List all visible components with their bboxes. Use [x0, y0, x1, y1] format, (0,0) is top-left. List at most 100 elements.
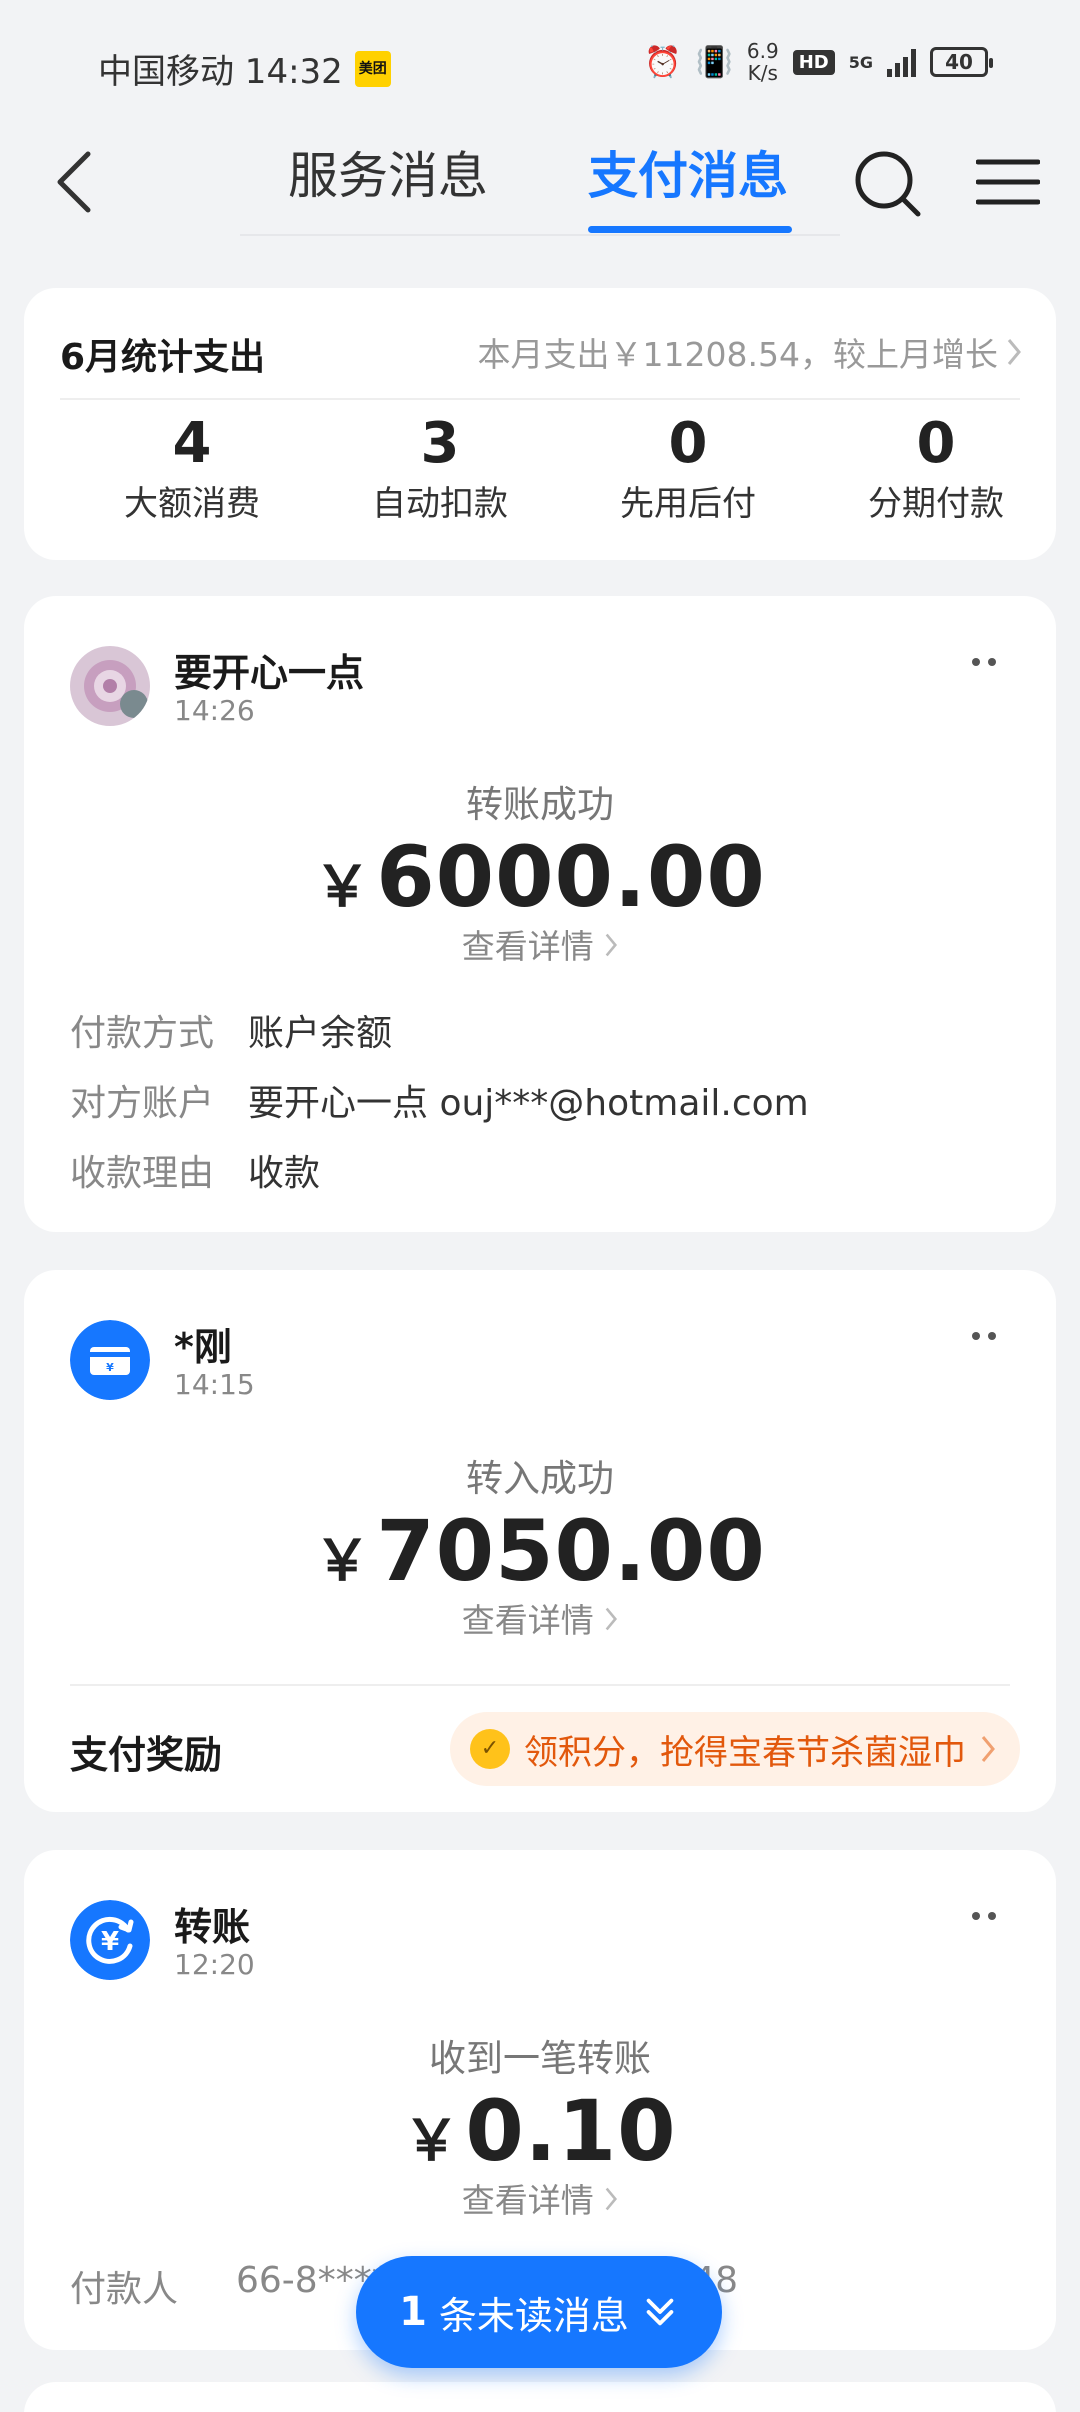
carrier-time-text: 中国移动 14:32	[98, 52, 343, 92]
view-details-link[interactable]: 查看详情	[24, 920, 1056, 968]
message-time: 12:20	[174, 1948, 255, 1981]
double-chevron-down-icon	[646, 2298, 674, 2326]
info-value: 收款	[248, 1153, 321, 1194]
chevron-right-icon	[1007, 339, 1021, 365]
signal-icon	[887, 47, 916, 77]
battery-icon: 40	[930, 47, 993, 77]
summary-spending-link[interactable]: 本月支出￥11208.54，较上月增长	[478, 328, 1022, 376]
meituan-icon: 美团	[354, 50, 391, 87]
stat-count: 0	[916, 411, 956, 476]
summary-title: 6月统计支出	[60, 337, 266, 378]
chevron-right-icon	[605, 933, 618, 957]
coin-icon: ✓	[470, 1729, 510, 1769]
info-key: 付款人	[70, 2269, 179, 2310]
currency-symbol: ￥	[314, 855, 371, 920]
transaction-status: 转账成功	[466, 783, 614, 826]
message-card[interactable]: ¥ *刚 14:15 转入成功 ￥7050.00 查看详情 支付奖励 ✓ 领积分…	[24, 1270, 1056, 1812]
status-icons: ⏰ 📳 6.9 K/s HD 5G 40	[644, 40, 993, 84]
tab-service-messages[interactable]: 服务消息	[288, 138, 488, 214]
transaction-status: 转入成功	[466, 1457, 614, 1500]
network-type: 5G	[848, 52, 873, 72]
info-row-payment-method: 付款方式 账户余额	[70, 1004, 392, 1056]
monthly-summary-card[interactable]: 6月统计支出 本月支出￥11208.54，较上月增长 4 大额消费 3 自动扣款…	[24, 288, 1056, 560]
more-options-button[interactable]	[972, 1332, 996, 1340]
reward-promo-text: 领积分，抢得宝春节杀菌湿巾	[524, 1732, 966, 1773]
stat-label: 分期付款	[868, 484, 1004, 524]
stat-label: 大额消费	[124, 484, 260, 524]
search-button[interactable]	[852, 148, 924, 220]
tab-payment-messages[interactable]: 支付消息	[588, 138, 788, 214]
alarm-icon: ⏰	[644, 44, 682, 80]
search-icon	[855, 151, 921, 217]
chevron-right-icon	[605, 2187, 618, 2211]
view-details-text: 查看详情	[461, 927, 594, 966]
currency-symbol: ￥	[314, 1529, 371, 1594]
message-time: 14:15	[174, 1368, 255, 1401]
speed-unit: K/s	[747, 61, 778, 85]
menu-button[interactable]	[975, 152, 1041, 212]
menu-icon	[975, 159, 1041, 205]
transaction-amount: ￥6000.00	[24, 828, 1056, 926]
tab-divider	[240, 234, 840, 236]
stat-count: 3	[420, 411, 460, 476]
back-button[interactable]	[52, 150, 112, 220]
active-tab-indicator	[588, 226, 792, 233]
stat-count: 4	[172, 411, 212, 476]
transaction-status: 收到一笔转账	[429, 2037, 651, 2080]
view-details-text: 查看详情	[461, 2181, 594, 2220]
amount-value: 6000.00	[376, 828, 766, 926]
unread-text: 条未读消息	[438, 2293, 629, 2338]
view-details-link[interactable]: 查看详情	[24, 1594, 1056, 1642]
stat-label: 自动扣款	[372, 484, 508, 524]
view-details-link[interactable]: 查看详情	[24, 2174, 1056, 2222]
svg-text:¥: ¥	[106, 1361, 114, 1374]
sender-name: 转账	[174, 1905, 251, 1949]
info-row-reason: 收款理由 收款	[70, 1144, 320, 1196]
amount-value: 7050.00	[376, 1502, 766, 1600]
avatar	[70, 646, 150, 726]
stat-label: 先用后付	[620, 484, 756, 524]
summary-spending-text: 本月支出￥11208.54，较上月增长	[477, 335, 998, 374]
transaction-amount: ￥7050.00	[24, 1502, 1056, 1600]
flower-avatar-icon	[70, 646, 150, 726]
svg-text:¥: ¥	[101, 1927, 119, 1957]
info-row-counterparty: 对方账户 要开心一点 ouj***@hotmail.com	[70, 1074, 809, 1126]
reward-label: 支付奖励	[70, 1733, 223, 1777]
carrier-time: 中国移动 14:32 美团	[98, 44, 391, 93]
chevron-right-icon	[981, 1736, 995, 1762]
chevron-right-icon	[605, 1607, 618, 1631]
card-icon: ¥	[70, 1320, 150, 1400]
avatar: ¥	[70, 1900, 150, 1980]
sender-name: 要开心一点	[174, 651, 365, 695]
unread-messages-button[interactable]: 1 条未读消息	[356, 2256, 722, 2368]
info-key: 收款理由	[70, 1153, 215, 1194]
status-bar: 中国移动 14:32 美团 ⏰ 📳 6.9 K/s HD 5G 40	[0, 0, 1080, 130]
hd-icon: HD	[792, 49, 835, 75]
stat-installment[interactable]: 0 分期付款	[812, 406, 1060, 526]
stat-count: 0	[668, 411, 708, 476]
more-options-button[interactable]	[972, 658, 996, 666]
stat-large-spending[interactable]: 4 大额消费	[68, 406, 316, 526]
message-card-partial[interactable]	[24, 2382, 1056, 2412]
speed-value: 6.9	[746, 39, 779, 63]
view-details-text: 查看详情	[461, 1601, 594, 1640]
network-speed: 6.9 K/s	[747, 40, 779, 84]
avatar: ¥	[70, 1320, 150, 1400]
transaction-amount: ￥0.10	[24, 2082, 1056, 2180]
top-nav: 服务消息 支付消息	[0, 130, 1080, 240]
info-key: 对方账户	[70, 1083, 215, 1124]
message-card[interactable]: 要开心一点 14:26 转账成功 ￥6000.00 查看详情 付款方式 账户余额…	[24, 596, 1056, 1232]
summary-divider	[60, 398, 1020, 400]
currency-symbol: ￥	[403, 2109, 460, 2174]
amount-value: 0.10	[465, 2082, 677, 2180]
reward-promo-button[interactable]: ✓ 领积分，抢得宝春节杀菌湿巾	[450, 1712, 1020, 1786]
unread-count: 1	[399, 2289, 427, 2335]
info-key: 付款方式	[70, 1013, 215, 1054]
message-time: 14:26	[174, 694, 255, 727]
stat-pay-later[interactable]: 0 先用后付	[564, 406, 812, 526]
stat-auto-debit[interactable]: 3 自动扣款	[316, 406, 564, 526]
info-value: 账户余额	[248, 1013, 393, 1054]
chevron-left-icon	[57, 151, 91, 213]
sender-name: *刚	[174, 1325, 232, 1369]
more-options-button[interactable]	[972, 1912, 996, 1920]
